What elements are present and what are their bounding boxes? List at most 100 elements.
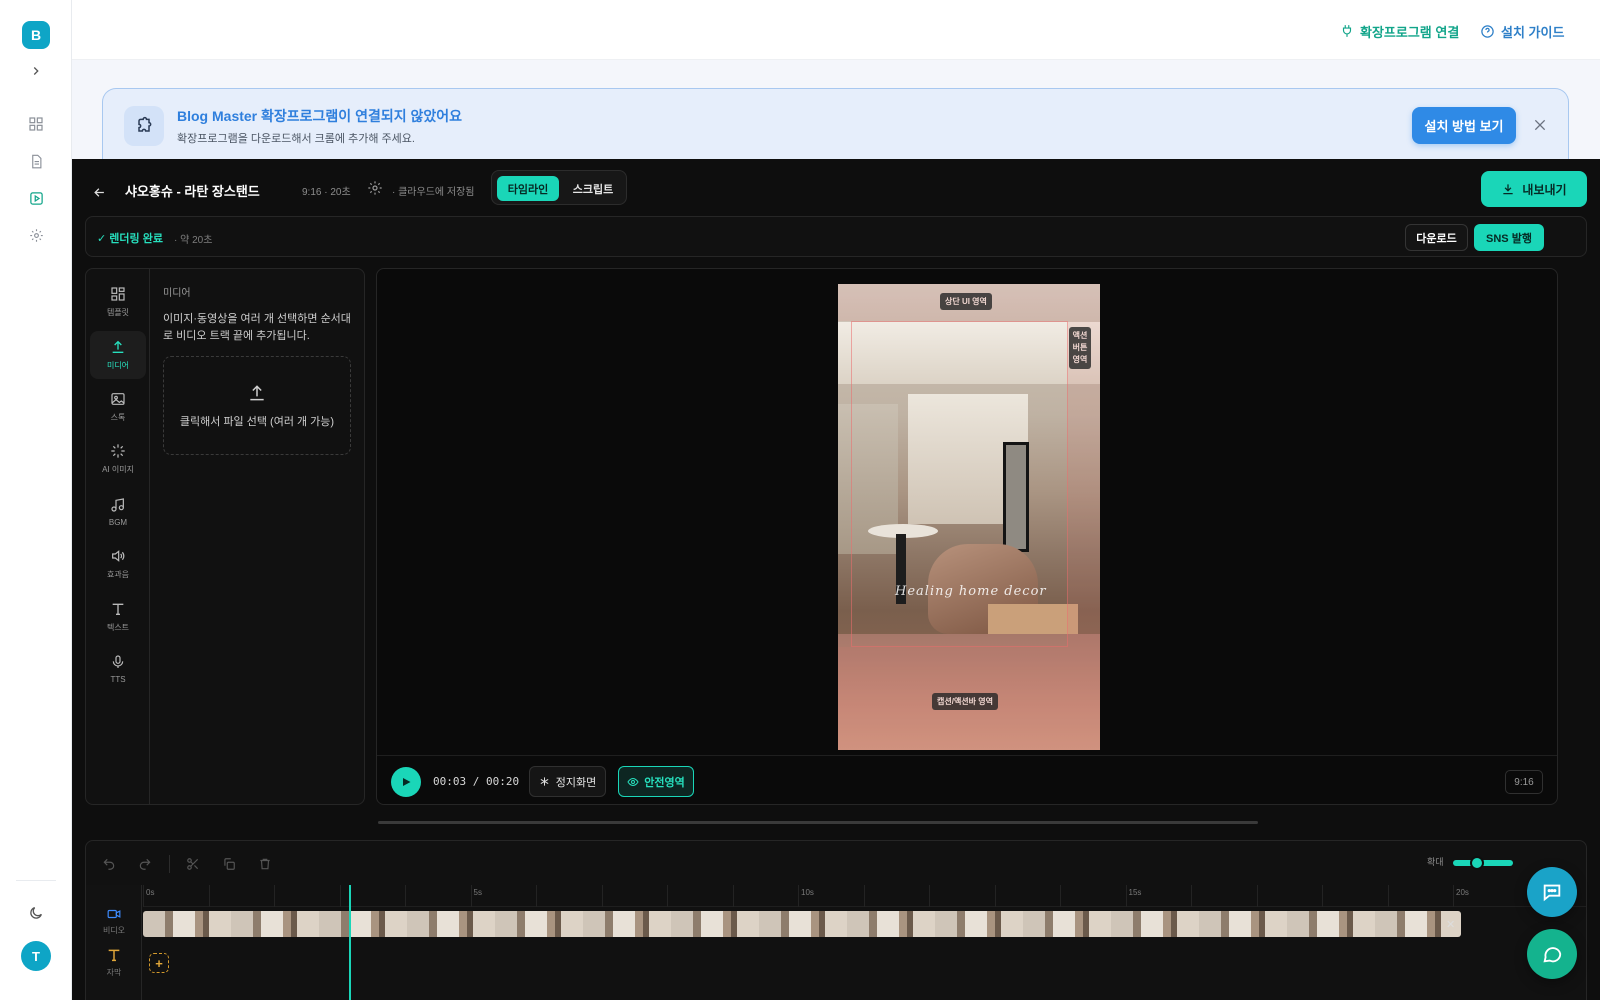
chat-support-button[interactable] (1527, 867, 1577, 917)
tool-label: AI 이미지 (102, 465, 134, 474)
project-title[interactable]: 샤오홍슈 - 라탄 장스탠드 (125, 181, 260, 200)
mic-icon (112, 655, 124, 668)
nav-video[interactable] (24, 186, 48, 210)
app-logo[interactable]: B (22, 21, 50, 49)
left-rail: B T (0, 0, 72, 1000)
tool-label: 템플릿 (106, 308, 130, 317)
play-button[interactable] (391, 767, 421, 797)
panel-title: 미디어 (163, 288, 191, 299)
download-button[interactable]: 다운로드 (1405, 224, 1468, 251)
tool-template[interactable]: 템플릿 (90, 278, 146, 326)
avatar-letter: T (32, 948, 40, 964)
render-duration: · 약 20초 (174, 235, 213, 246)
text-icon (112, 603, 124, 615)
clip-remove-icon[interactable]: ✕ (1446, 918, 1455, 931)
ruler-tick-label: 0s (146, 888, 155, 897)
track-label: 비디오 (102, 926, 126, 935)
expand-rail-button[interactable] (24, 59, 48, 83)
tool-sfx[interactable]: 효과음 (90, 540, 146, 588)
redo-icon (139, 858, 151, 870)
ruler-tick (1322, 885, 1323, 907)
upload-icon (250, 384, 264, 400)
theme-toggle[interactable] (24, 901, 48, 925)
aspect-ratio-badge[interactable]: 9:16 (1505, 770, 1543, 794)
nav-settings[interactable] (24, 223, 48, 247)
nav-dashboard[interactable] (24, 112, 48, 136)
ruler-tick (208, 885, 210, 907)
tool-label: 텍스트 (106, 623, 130, 632)
horizontal-scrollbar[interactable] (378, 821, 1258, 824)
tool-label: 미디어 (106, 361, 130, 370)
sparkle-icon (111, 444, 125, 458)
zoom-slider-handle[interactable] (1470, 856, 1484, 870)
track-header-caption[interactable]: 자막 (86, 947, 142, 985)
still-frame-button[interactable]: 정지화면 (529, 766, 606, 797)
duplicate-button[interactable] (216, 851, 242, 877)
ruler-tick (667, 885, 668, 907)
tool-text[interactable]: 텍스트 (90, 593, 146, 641)
time-ruler[interactable]: 0s 5s 10s 15s 20s (143, 885, 1586, 907)
save-status: · 클라우드에 저장됨 (392, 187, 475, 198)
text-icon (108, 949, 120, 962)
back-button[interactable] (88, 181, 110, 203)
logo-letter: B (30, 27, 42, 43)
playback-time: 00:03 / 00:20 (433, 775, 520, 788)
tool-stock[interactable]: 스톡 (90, 383, 146, 431)
playhead[interactable] (349, 885, 351, 1000)
ruler-tick (863, 885, 865, 907)
render-status-bar: ✓ 렌더링 완료 · 약 20초 다운로드 SNS 발행 (85, 216, 1587, 257)
safe-area-toggle[interactable]: 안전영역 (618, 766, 694, 797)
arrow-left-icon (93, 187, 104, 197)
asterisk-icon (540, 777, 549, 786)
cut-button[interactable] (180, 851, 206, 877)
file-dropzone[interactable]: 클릭해서 파일 선택 (여러 개 가능) (163, 356, 351, 455)
scissors-icon (187, 858, 199, 870)
track-header-video[interactable]: 비디오 (86, 907, 142, 945)
preview-frame[interactable]: Healing home decor 상단 UI 영역 액션버튼영역 캡션/액션… (838, 284, 1100, 750)
video-clip[interactable] (143, 911, 1461, 937)
banner-close-button[interactable] (1529, 114, 1551, 136)
tool-tts[interactable]: TTS (90, 645, 146, 693)
messenger-button[interactable] (1527, 929, 1577, 979)
video-preview: Healing home decor 상단 UI 영역 액션버튼영역 캡션/액션… (376, 268, 1558, 805)
redo-button[interactable] (132, 851, 158, 877)
tab-script[interactable]: 스크립트 (562, 176, 624, 201)
add-caption-button[interactable]: + (149, 953, 169, 973)
user-avatar[interactable]: T (21, 941, 51, 971)
extension-link-label: 확장프로그램 연결 (1360, 24, 1460, 40)
tool-media[interactable]: 미디어 (90, 331, 146, 379)
tool-bgm[interactable]: BGM (90, 488, 146, 536)
video-icon (107, 909, 121, 919)
tool-label: 스톡 (110, 413, 126, 422)
dropzone-label: 클릭해서 파일 선택 (여러 개 가능) (179, 415, 335, 428)
ruler-tick-label: 5s (473, 888, 482, 897)
ruler-tick (994, 885, 996, 907)
delete-button[interactable] (252, 851, 278, 877)
install-method-button[interactable]: 설치 방법 보기 (1412, 107, 1516, 144)
guide-link-label: 설치 가이드 (1501, 24, 1565, 40)
tool-ai-image[interactable]: AI 이미지 (90, 435, 146, 483)
undo-button[interactable] (96, 851, 122, 877)
gear-icon (29, 228, 43, 242)
render-status-label: 렌더링 완료 (109, 233, 163, 245)
install-guide-link[interactable]: 설치 가이드 (1480, 20, 1564, 42)
view-tabs: 타임라인 스크립트 (491, 170, 627, 205)
top-bar: 확장프로그램 연결 설치 가이드 (72, 0, 1600, 60)
safe-zone-right (1068, 321, 1100, 647)
nav-documents[interactable] (24, 149, 48, 173)
export-button[interactable]: 내보내기 (1481, 171, 1587, 207)
banner-icon-box (124, 106, 164, 146)
template-icon (111, 287, 125, 301)
tool-label: 효과음 (106, 570, 130, 579)
tool-label: BGM (108, 518, 128, 527)
extension-connect-link[interactable]: 확장프로그램 연결 (1340, 20, 1459, 42)
project-settings-button[interactable] (367, 180, 387, 200)
ruler-tick (1256, 885, 1258, 907)
sns-publish-button[interactable]: SNS 발행 (1474, 224, 1544, 251)
tool-label: TTS (110, 675, 126, 684)
toolbar-divider (169, 855, 170, 873)
ruler-tick (143, 885, 144, 907)
tab-timeline[interactable]: 타임라인 (497, 176, 559, 201)
ruler-tick (1387, 885, 1389, 907)
render-status: ✓ 렌더링 완료 (97, 233, 163, 245)
